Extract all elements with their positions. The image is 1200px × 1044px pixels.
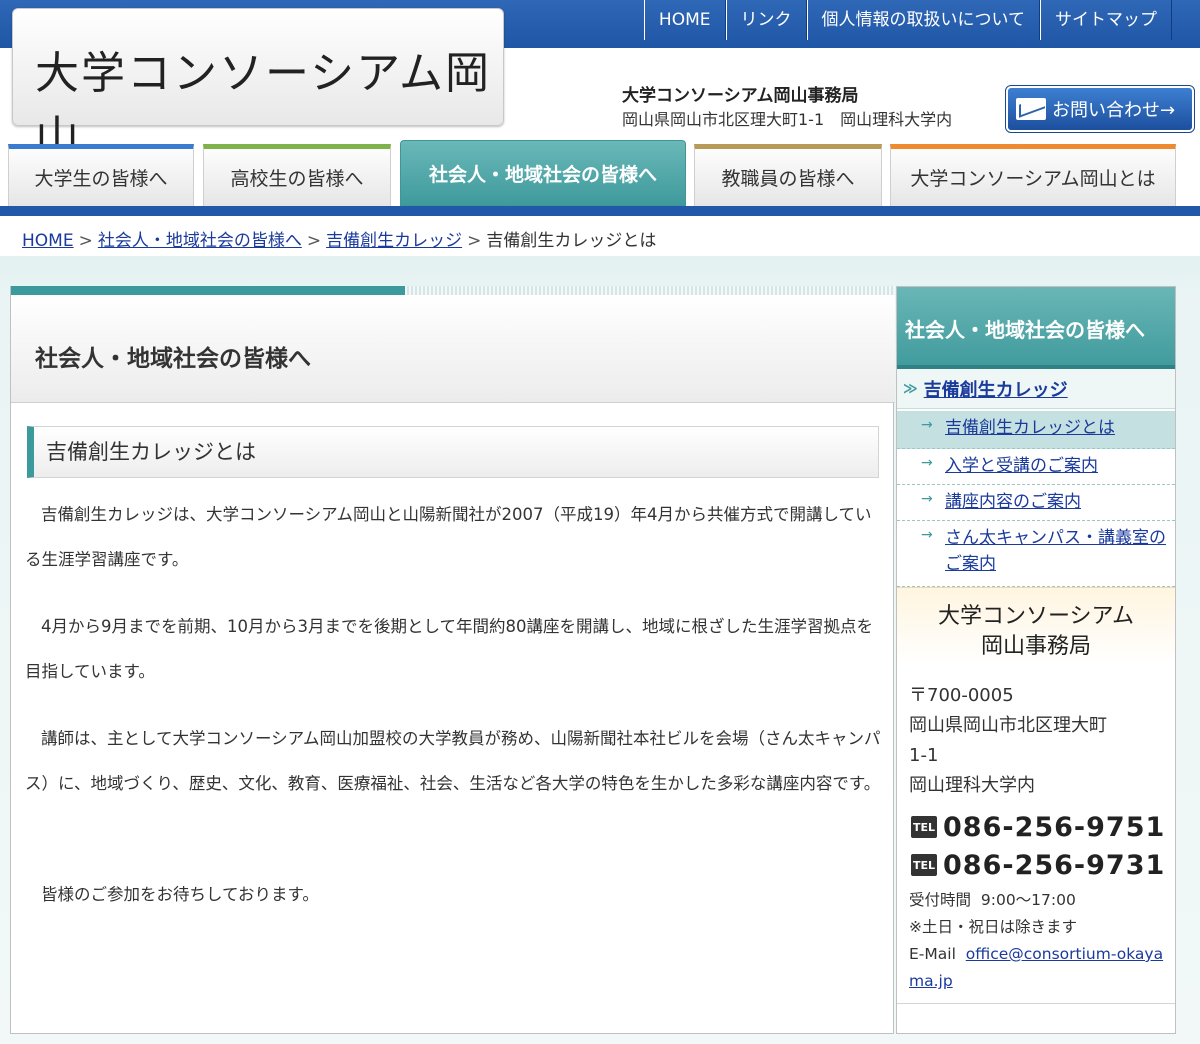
hours-note: ※土日・祝日は除きます xyxy=(909,918,1077,936)
top-nav-sitemap[interactable]: サイトマップ xyxy=(1040,0,1172,40)
sidebar-item-kibi-college[interactable]: ≫ 吉備創生カレッジ xyxy=(897,369,1175,409)
content-top-rule xyxy=(11,286,895,295)
office-phone-2: TEL 086-256-9731 xyxy=(911,847,1171,883)
double-chevron-icon: ≫ xyxy=(903,380,918,397)
sidebar-link-kibi-college[interactable]: 吉備創生カレッジ xyxy=(924,376,1068,402)
breadcrumb-home[interactable]: HOME xyxy=(22,231,74,251)
header-office-name: 大学コンソーシアム岡山事務局 xyxy=(622,86,859,106)
arrow-right-icon: → xyxy=(921,527,933,543)
office-address-line2: 1-1 xyxy=(909,745,939,766)
sidebar-office-title: 大学コンソーシアム 岡山事務局 xyxy=(897,587,1175,665)
office-address-line3: 岡山理科大学内 xyxy=(909,775,1035,796)
breadcrumb-community[interactable]: 社会人・地域社会の皆様へ xyxy=(98,231,302,251)
sidebar-footer-rule xyxy=(897,1003,1175,1004)
paragraph-schedule: 4月から9月までを前期、10月から3月までを後期として年間約80講座を開講し、地… xyxy=(25,617,873,681)
sidebar-subitem-courses[interactable]: → 講座内容のご案内 xyxy=(897,485,1175,521)
sidebar: 社会人・地域社会の皆様へ ≫ 吉備創生カレッジ → 吉備創生カレッジとは → 入… xyxy=(896,286,1176,1034)
arrow-right-icon: → xyxy=(921,417,933,433)
tab-high-school-students[interactable]: 高校生の皆様へ xyxy=(203,144,391,206)
sidebar-subitem-campus[interactable]: → さん太キャンパス・講義室のご案内 xyxy=(897,521,1175,587)
office-address: 〒700-0005 岡山県岡山市北区理大町 1-1 岡山理科大学内 xyxy=(909,681,1169,801)
top-nav-home[interactable]: HOME xyxy=(643,0,726,40)
breadcrumb-separator: > xyxy=(467,231,482,251)
tab-underline xyxy=(0,206,1200,216)
main-tabs: 大学生の皆様へ 高校生の皆様へ 社会人・地域社会の皆様へ 教職員の皆様へ 大学コ… xyxy=(0,140,1200,206)
tab-community[interactable]: 社会人・地域社会の皆様へ xyxy=(400,140,686,206)
tab-about[interactable]: 大学コンソーシアム岡山とは xyxy=(890,144,1176,206)
breadcrumb-current: 吉備創生カレッジとは xyxy=(486,231,657,251)
sidebar-link-enrollment[interactable]: 入学と受講のご案内 xyxy=(945,449,1098,484)
tab-university-students[interactable]: 大学生の皆様へ xyxy=(8,144,194,206)
header-office-address: 岡山県岡山市北区理大町1-1 岡山理科大学内 xyxy=(622,110,953,129)
breadcrumb-kibi-college[interactable]: 吉備創生カレッジ xyxy=(326,231,462,251)
contact-button-label: お問い合わせ→ xyxy=(1052,100,1176,121)
tab-faculty[interactable]: 教職員の皆様へ xyxy=(694,144,882,206)
paragraph-lecturers: 講師は、主として大学コンソーシアム岡山加盟校の大学教員が務め、山陽新聞社本社ビル… xyxy=(25,729,881,793)
breadcrumb-separator: > xyxy=(306,231,322,251)
header-office-info: 大学コンソーシアム岡山事務局 岡山県岡山市北区理大町1-1 岡山理科大学内 xyxy=(622,84,952,132)
email-label: E-Mail xyxy=(909,945,956,963)
office-phone-1: TEL 086-256-9751 xyxy=(911,809,1171,845)
breadcrumb-separator: > xyxy=(78,231,93,251)
mail-icon xyxy=(1016,98,1046,120)
arrow-right-icon: → xyxy=(921,491,933,507)
top-nav-privacy[interactable]: 個人情報の取扱いについて xyxy=(806,0,1040,40)
section-title: 吉備創生カレッジとは xyxy=(27,426,879,478)
sidebar-link-campus[interactable]: さん太キャンパス・講義室のご案内 xyxy=(945,521,1175,586)
phone-number-2: 086-256-9731 xyxy=(943,849,1166,881)
sidebar-link-about[interactable]: 吉備創生カレッジとは xyxy=(945,411,1115,448)
office-hours: 受付時間 9:00～17:00 ※土日・祝日は除きます E-Mail offic… xyxy=(909,887,1171,995)
content-header: 社会人・地域社会の皆様へ xyxy=(11,295,895,403)
top-nav: HOME リンク 個人情報の取扱いについて サイトマップ xyxy=(643,0,1172,40)
main-content: 社会人・地域社会の皆様へ 吉備創生カレッジとは 吉備創生カレッジは、大学コンソー… xyxy=(10,286,895,1034)
sidebar-heading: 社会人・地域社会の皆様へ xyxy=(897,287,1175,369)
paragraph-intro: 吉備創生カレッジは、大学コンソーシアム岡山と山陽新聞社が2007（平成19）年4… xyxy=(25,505,872,569)
office-name-line1: 大学コンソーシアム xyxy=(937,604,1135,629)
page-title: 社会人・地域社会の皆様へ xyxy=(35,346,311,372)
hours-value: 9:00～17:00 xyxy=(980,891,1076,909)
contact-button[interactable]: お問い合わせ→ xyxy=(1005,85,1195,133)
arrow-right-icon: → xyxy=(921,455,933,471)
sidebar-link-courses[interactable]: 講座内容のご案内 xyxy=(945,485,1081,520)
office-address-line1: 岡山県岡山市北区理大町 xyxy=(909,715,1107,736)
sidebar-subitem-about[interactable]: → 吉備創生カレッジとは xyxy=(897,411,1175,449)
sidebar-subitem-enrollment[interactable]: → 入学と受講のご案内 xyxy=(897,449,1175,485)
breadcrumb: HOME > 社会人・地域社会の皆様へ > 吉備創生カレッジ > 吉備創生カレッジとは xyxy=(22,226,656,251)
site-logo[interactable]: 大学コンソーシアム岡山 xyxy=(12,8,504,163)
phone-icon: TEL xyxy=(911,854,937,876)
hours-label: 受付時間 xyxy=(909,891,972,909)
top-nav-links[interactable]: リンク xyxy=(725,0,807,40)
office-postal: 〒700-0005 xyxy=(909,685,1014,706)
office-name-line2: 岡山事務局 xyxy=(980,634,1091,659)
phone-number-1: 086-256-9751 xyxy=(943,811,1166,843)
phone-icon: TEL xyxy=(911,816,937,838)
paragraph-invitation: 皆様のご参加をお待ちしております。 xyxy=(41,885,319,904)
